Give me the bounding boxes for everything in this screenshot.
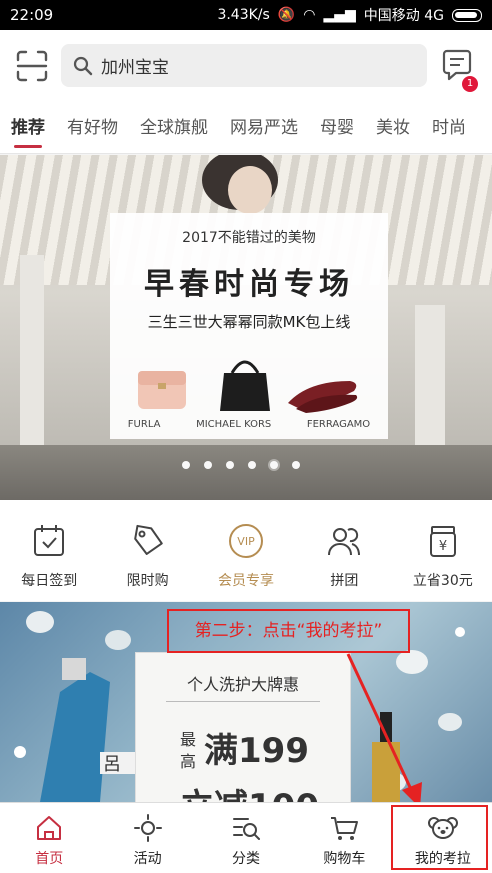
- quick-entry-group-buy[interactable]: 拼团: [295, 500, 393, 601]
- calendar-check-icon: [34, 525, 65, 556]
- nav-cart[interactable]: 购物车: [295, 803, 393, 873]
- brand-ferragamo: FERRAGAMO: [306, 419, 371, 430]
- promo-subtitle: 2017不能错过的美物: [182, 230, 316, 246]
- status-right: 3.43K/s 🔕 ◠ ▂▄▆ 中国移动 4G: [217, 5, 482, 25]
- group-icon: [328, 528, 361, 556]
- carousel-dot[interactable]: [248, 461, 256, 469]
- quick-entry-label: 限时购: [126, 573, 169, 589]
- message-badge: 1: [462, 76, 478, 92]
- tab-recommend[interactable]: 推荐: [0, 102, 56, 153]
- wifi-icon: ◠: [303, 7, 316, 23]
- banner-floor: [0, 445, 492, 500]
- promo2-cut-amount: 立减100: [180, 779, 319, 802]
- battery-icon: [452, 8, 482, 22]
- carousel-dot[interactable]: [182, 461, 190, 469]
- svg-text:VIP: VIP: [237, 535, 255, 548]
- quick-entry-label: 会员专享: [218, 573, 275, 589]
- header: 加州宝宝 1: [0, 30, 492, 102]
- promo-card-2: 个人洗护大牌惠 最高 满199 立减100: [135, 652, 351, 802]
- category-tabs: 推荐 有好物 全球旗舰 网易严选 母婴 美妆 时尚: [0, 102, 492, 154]
- promo-line: 三生三世大幂幂同款MK包上线: [147, 313, 351, 331]
- status-time: 22:09: [10, 6, 54, 24]
- tutorial-step-annotation: 第二步：点击“我的考拉”: [167, 609, 410, 653]
- quick-entry-checkin[interactable]: 每日签到: [0, 500, 98, 601]
- bags-illustration: [138, 360, 358, 413]
- promo2-full-amount: 满199: [204, 731, 309, 771]
- sun-icon: [133, 814, 162, 842]
- tab-beauty[interactable]: 美妆: [365, 102, 421, 153]
- price-tag-icon: [133, 524, 163, 555]
- nav-label: 分类: [232, 851, 261, 867]
- nav-home[interactable]: 首页: [0, 803, 98, 873]
- carousel-dot[interactable]: [292, 461, 300, 469]
- annotation-highlight-box: [391, 805, 488, 870]
- nav-category[interactable]: 分类: [197, 803, 295, 873]
- search-bar[interactable]: 加州宝宝: [61, 44, 427, 87]
- search-query: 加州宝宝: [101, 58, 169, 78]
- tab-global-flagship[interactable]: 全球旗舰: [129, 102, 219, 153]
- tab-yanxuan[interactable]: 网易严选: [219, 102, 309, 153]
- app-root: 22:09 3.43K/s 🔕 ◠ ▂▄▆ 中国移动 4G 加州宝宝 1 推荐 …: [0, 0, 492, 873]
- home-icon: [37, 816, 62, 840]
- carousel-dot-active[interactable]: [270, 461, 278, 469]
- quick-entry-save-30[interactable]: ¥ 立省30元: [394, 500, 492, 601]
- carrier-label: 中国移动 4G: [363, 8, 444, 24]
- scan-icon[interactable]: [15, 49, 49, 83]
- promo2-divider: [166, 701, 320, 702]
- mute-icon: 🔕: [277, 7, 296, 23]
- hero-banner[interactable]: 2017不能错过的美物 早春时尚专场 三生三世大幂幂同款MK包上线 FURLA …: [0, 155, 492, 500]
- brand-michael-kors: MICHAEL KORS: [196, 419, 272, 430]
- vip-icon: VIP: [229, 524, 264, 558]
- signal-icon: ▂▄▆: [323, 7, 356, 23]
- quick-entry-label: 立省30元: [412, 573, 473, 589]
- search-icon: [73, 56, 93, 75]
- network-speed: 3.43K/s: [217, 7, 270, 23]
- category-search-icon: [233, 818, 261, 840]
- svg-text:呂: 呂: [103, 754, 121, 775]
- carousel-dot[interactable]: [226, 461, 234, 469]
- quick-entry-vip[interactable]: VIP 会员专享: [197, 500, 295, 601]
- tab-good-stuff[interactable]: 有好物: [56, 102, 129, 153]
- nav-activities[interactable]: 活动: [98, 803, 196, 873]
- brand-furla: FURLA: [127, 419, 161, 430]
- quick-entry-label: 每日签到: [21, 573, 78, 589]
- promo-card: 2017不能错过的美物 早春时尚专场 三生三世大幂幂同款MK包上线 FURLA …: [110, 213, 388, 439]
- banner-pillar: [415, 305, 445, 465]
- tab-fashion[interactable]: 时尚: [421, 102, 477, 153]
- yen-jar-icon: ¥: [429, 526, 456, 557]
- banner-pillar: [20, 255, 44, 455]
- promo2-title: 个人洗护大牌惠: [186, 675, 299, 694]
- promo-title: 早春时尚专场: [144, 267, 354, 302]
- nav-label: 购物车: [323, 851, 366, 867]
- quick-entry-flash-sale[interactable]: 限时购: [98, 500, 196, 601]
- carousel-dot[interactable]: [204, 461, 212, 469]
- carousel-dots: [182, 461, 300, 469]
- tab-mother-baby[interactable]: 母婴: [309, 102, 365, 153]
- svg-text:¥: ¥: [439, 539, 447, 554]
- quick-entry-label: 拼团: [330, 573, 359, 589]
- nav-label: 首页: [35, 851, 64, 867]
- nav-label: 活动: [133, 851, 162, 867]
- quick-entry-row: 每日签到 限时购 VIP 会员专享 拼团 ¥ 立省30元: [0, 500, 492, 601]
- status-bar: 22:09 3.43K/s 🔕 ◠ ▂▄▆ 中国移动 4G: [0, 0, 492, 30]
- cart-icon: [331, 817, 359, 840]
- promo2-small-label: 最高: [180, 730, 197, 771]
- brand-labels: FURLA MICHAEL KORS FERRAGAMO: [110, 419, 388, 430]
